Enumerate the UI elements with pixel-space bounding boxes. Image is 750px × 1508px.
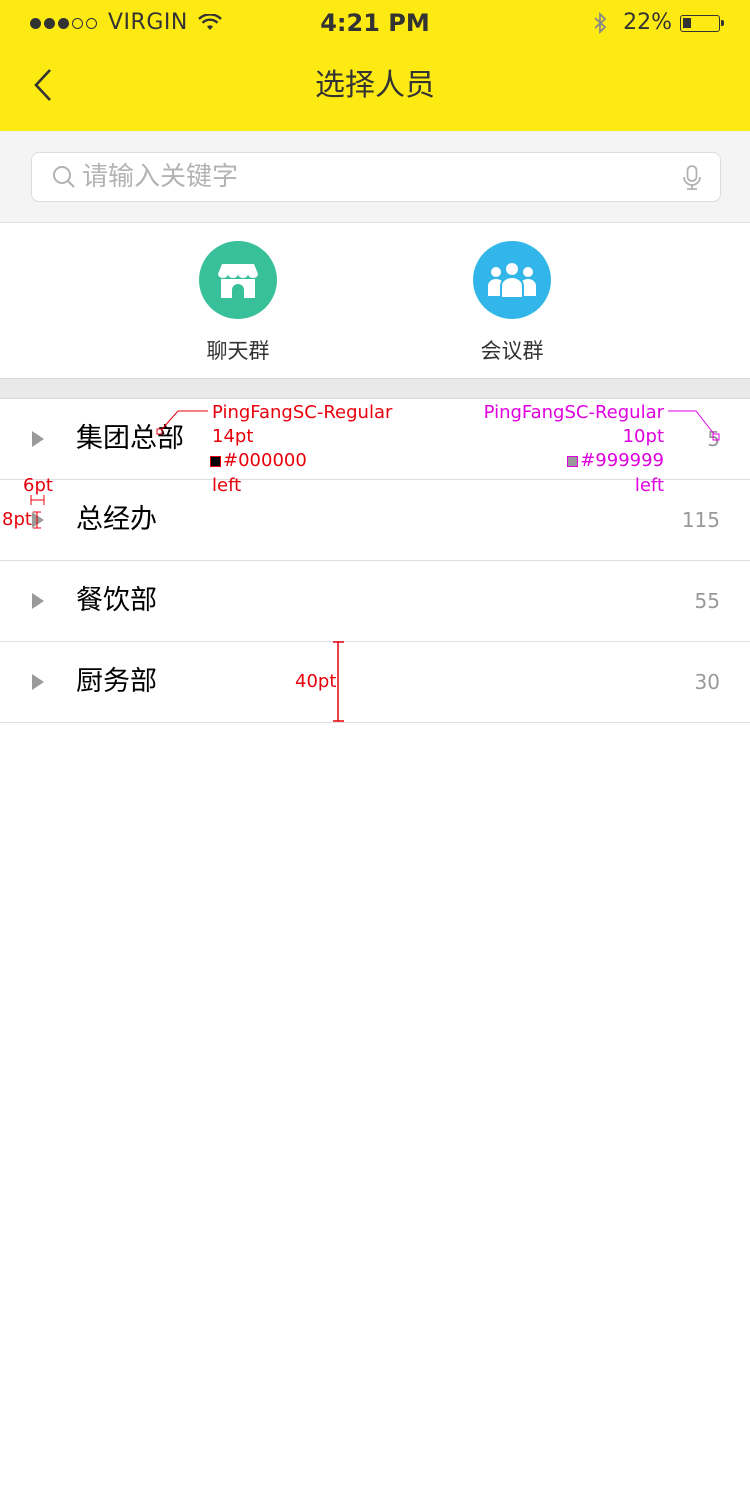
department-name: 总经办 bbox=[76, 504, 157, 535]
page-title: 选择人员 bbox=[315, 68, 435, 103]
department-name: 餐饮部 bbox=[76, 585, 157, 616]
bluetooth-icon bbox=[594, 11, 607, 35]
annotation-count-color: #999999 bbox=[567, 449, 664, 473]
expand-triangle-icon bbox=[32, 593, 44, 609]
department-row[interactable]: 餐饮部 55 bbox=[0, 561, 750, 642]
chat-group-label: 聊天群 bbox=[206, 339, 270, 363]
search-placeholder: 请输入关键字 bbox=[82, 162, 239, 192]
department-name: 集团总部 bbox=[76, 423, 184, 454]
meeting-group-button[interactable]: 会议群 bbox=[442, 241, 582, 365]
annotation-name-size: 14pt bbox=[212, 426, 254, 447]
chat-group-button[interactable]: 聊天群 bbox=[168, 241, 308, 365]
search-input[interactable]: 请输入关键字 bbox=[31, 152, 721, 202]
expand-triangle-icon bbox=[32, 674, 44, 690]
annotation-name-font: PingFangSC-Regular bbox=[212, 402, 393, 423]
department-count: 115 bbox=[681, 508, 720, 532]
annotation-row-height: 40pt bbox=[295, 671, 337, 692]
department-name: 厨务部 bbox=[76, 666, 157, 697]
search-icon bbox=[53, 166, 75, 188]
annotation-count-font: PingFangSC-Regular bbox=[483, 402, 664, 423]
navigation-bar: VIRGIN 4:21 PM 22% 选择人员 bbox=[0, 0, 750, 131]
meeting-group-label: 会议群 bbox=[480, 339, 544, 363]
annotation-name-align: left bbox=[212, 475, 242, 496]
group-shortcuts: 聊天群 会议群 bbox=[0, 223, 750, 378]
expand-triangle-icon bbox=[32, 431, 44, 447]
color-swatch bbox=[567, 455, 579, 467]
annotation-triangle-width: 6pt bbox=[23, 475, 53, 496]
battery-icon bbox=[680, 14, 724, 32]
annotation-triangle-height: 8pt bbox=[2, 509, 32, 530]
people-icon bbox=[473, 241, 551, 319]
annotation-count-color-value: #999999 bbox=[580, 450, 664, 471]
annotation-count-align: left bbox=[634, 475, 664, 496]
department-row[interactable]: 厨务部 30 bbox=[0, 642, 750, 723]
microphone-icon[interactable] bbox=[682, 164, 702, 192]
store-icon bbox=[199, 241, 277, 319]
department-count: 55 bbox=[694, 589, 720, 613]
annotation-name-color: #000000 bbox=[210, 449, 307, 473]
color-swatch bbox=[210, 455, 221, 467]
battery-percent: 22% bbox=[623, 10, 672, 35]
section-divider bbox=[0, 378, 750, 399]
annotation-name-color-value: #000000 bbox=[223, 450, 307, 471]
expand-triangle-icon bbox=[32, 512, 44, 528]
status-right: 22% bbox=[593, 8, 724, 38]
search-area: 请输入关键字 bbox=[0, 131, 750, 223]
department-count: 5 bbox=[707, 427, 720, 451]
annotation-count-size: 10pt bbox=[622, 426, 664, 447]
department-count: 30 bbox=[694, 670, 720, 694]
